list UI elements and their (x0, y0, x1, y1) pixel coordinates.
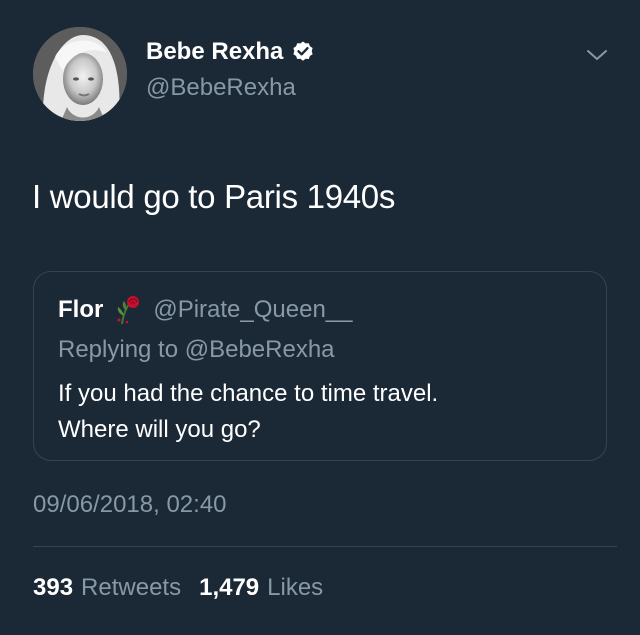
verified-badge-icon (293, 41, 313, 61)
quoted-tweet-card[interactable]: Flor @Pirate_Queen__ Replying to @BebeRe… (33, 271, 607, 461)
replying-to-text: Replying to @BebeRexha (58, 336, 335, 363)
chevron-down-icon[interactable] (586, 48, 608, 62)
quoted-tweet-text: If you had the chance to time travel. Wh… (58, 376, 588, 448)
author-avatar[interactable] (33, 27, 127, 121)
quoted-tweet-line: If you had the chance to time travel. (58, 380, 439, 407)
likes-stat[interactable]: 1,479 Likes (199, 574, 323, 602)
author-handle[interactable]: @BebeRexha (146, 74, 296, 102)
retweets-label[interactable]: Retweets (81, 574, 181, 602)
author-name-row: Bebe Rexha (146, 38, 315, 66)
tweet-stats: 393 Retweets 1,479 Likes (33, 574, 323, 602)
retweets-count[interactable]: 393 (33, 574, 73, 602)
quoted-author-handle: @Pirate_Queen__ (153, 296, 353, 323)
rose-emoji-icon (117, 296, 140, 325)
quoted-tweet-line: Where will you go? (58, 416, 261, 443)
author-name[interactable]: Bebe Rexha (146, 38, 283, 66)
tweet-text: I would go to Paris 1940s (32, 178, 396, 215)
quoted-author-name: Flor (58, 296, 104, 323)
tweet-timestamp: 09/06/2018, 02:40 (33, 491, 227, 518)
likes-label[interactable]: Likes (267, 574, 323, 602)
likes-count[interactable]: 1,479 (199, 574, 259, 602)
divider (33, 546, 617, 547)
quoted-tweet-header: Flor @Pirate_Queen__ (58, 294, 353, 326)
